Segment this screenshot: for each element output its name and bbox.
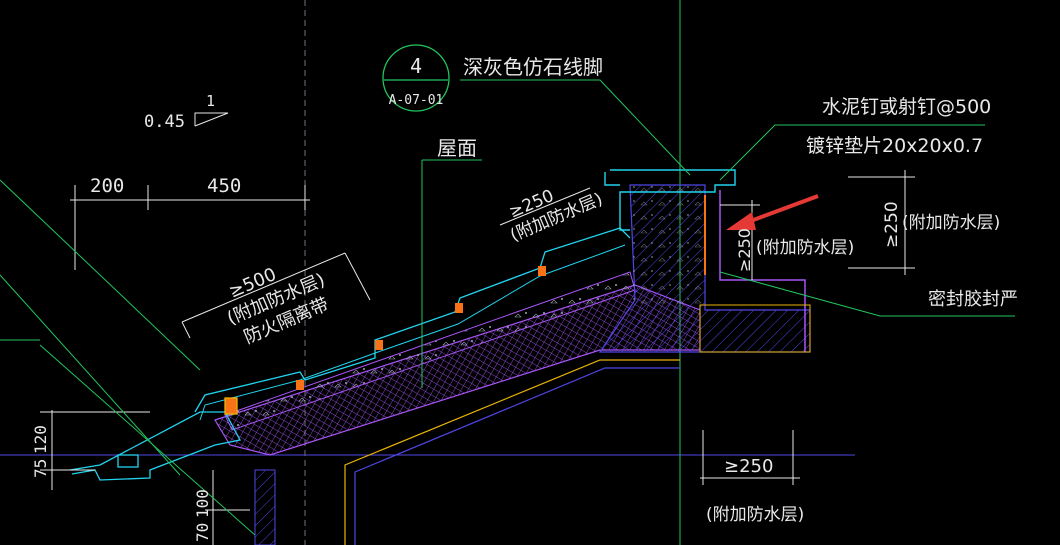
ge250-label-d: ≥250 [724,456,773,477]
eave-bracket [224,397,238,415]
slope-value: 0.45 [144,112,185,132]
text-labels: 深灰色仿石线脚 水泥钉或射钉@500 镀锌垫片20x20x0.7 屋面 0.45… [31,55,1018,542]
arrow-head [726,212,756,230]
dim-450: 450 [207,175,241,197]
dim-75: 75 [31,459,50,478]
cap-drip [604,172,620,186]
tile-clip [538,266,546,276]
ge250-label-b: ≥250 [882,201,902,248]
eave-gutter [69,397,241,481]
tile-clip [455,303,463,313]
sealant-label: 密封胶封严 [928,289,1018,310]
gutter-box [117,454,139,468]
tile-clip [375,340,383,350]
ge250-label-c: ≥250 [735,228,754,272]
arrow-shaft [747,194,819,224]
extra-wp-label-5: (附加防水层) [706,505,804,525]
dim-200: 200 [90,175,124,197]
tile-clip [296,380,304,390]
dim-120: 120 [31,425,50,454]
dim-ext [181,321,191,339]
leader-line [39,344,256,536]
slope-rise: 1 [206,92,215,110]
red-arrow [726,194,819,230]
extra-wp-label-3: (附加防水层) [902,213,1000,233]
dim-ext [344,252,371,301]
cad-detail-drawing: 4 A-07-01 深灰色仿石线脚 水泥钉或射钉@500 镀锌垫片20x20x0… [0,0,1018,545]
baseboard-leader [460,79,691,176]
parapet-concrete [630,185,705,310]
slope-symbol [194,112,229,127]
baseboard-label: 深灰色仿石线脚 [463,55,603,79]
extra-wp-label-4: (附加防水层) [756,238,854,258]
detail-number: 4 [410,54,422,78]
nails-label: 水泥钉或射钉@500 [822,96,991,118]
washer-label: 镀锌垫片20x20x0.7 [806,135,983,157]
roof-label: 屋面 [437,136,477,160]
lower-wall [254,469,276,545]
detail-sheet-ref: A-07-01 [389,93,444,108]
detail-callout: 4 A-07-01 [382,44,450,112]
leader-line [0,179,201,371]
dim-100: 100 [193,489,212,518]
dim-70: 70 [193,523,212,542]
